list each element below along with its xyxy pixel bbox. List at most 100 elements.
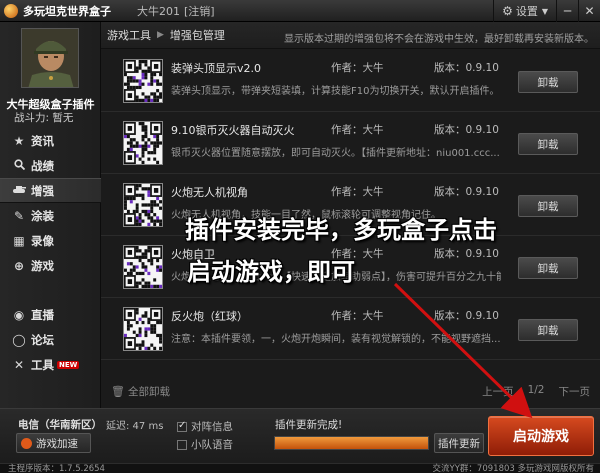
checkbox-box (177, 420, 187, 432)
copyright: 交流YY群：7091803 多玩游戏网版权所有 (432, 464, 594, 473)
app-title: 多玩坦克世界盒子 (23, 4, 111, 18)
instruction-caption-line2: 启动游戏，即可 (187, 258, 355, 286)
tools-icon: ✕ (13, 357, 25, 372)
plugin-name: 装弹头顶显示v2.0 (171, 62, 262, 75)
uninstall-button[interactable]: 卸载 (518, 133, 578, 155)
plugin-version: 版本：0.9.10 (434, 310, 499, 322)
plugin-name: 火炮无人机视角 (171, 186, 248, 199)
close-button[interactable]: ✕ (578, 0, 600, 22)
uninstall-button[interactable]: 卸载 (518, 71, 578, 93)
breadcrumb-game-tools[interactable]: 游戏工具 (107, 27, 151, 43)
sidebar-item-tools[interactable]: ✕ 工具 NEW (0, 352, 101, 377)
latency: 延迟: 47 ms (106, 421, 164, 432)
qr-code-icon (123, 121, 163, 165)
chat-icon: ◯ (12, 332, 26, 347)
qr-code-icon (123, 183, 163, 227)
page-indicator: 1/2 (527, 384, 545, 396)
battle-power: 战斗力: 暂无 (14, 112, 74, 124)
instruction-caption-line1: 插件安装完毕，多玩盒子点击 (185, 216, 497, 244)
trash-icon: 🗑 (111, 385, 125, 398)
title-bar: 多玩坦克世界盒子 大牛201 [注销] ⚙ 设置 ▼ ─ ✕ (0, 0, 600, 22)
settings-button[interactable]: ⚙ 设置 ▼ (493, 0, 556, 22)
sidebar-item-label: 录像 (31, 233, 54, 248)
chevron-right-icon: ▶ (157, 30, 164, 40)
sidebar-item-replay[interactable]: ▦ 录像 (0, 228, 101, 253)
logout-link[interactable]: [注销] (184, 3, 215, 19)
progress-fill (275, 437, 428, 449)
new-badge: NEW (57, 360, 80, 369)
sidebar-item-record[interactable]: 战绩 (0, 153, 101, 178)
film-icon: ▦ (13, 233, 25, 248)
user-name: 大牛201 (137, 4, 180, 18)
version-notice: 显示版本过期的增强包将不会在游戏中生效，最好卸载再安装新版本。 (284, 34, 594, 45)
plugin-description: 注意：本插件要领，一，火炮开炮瞬间，装有视觉解锁的，不能视野遮挡... (171, 334, 501, 345)
breadcrumb-enhance-manage: 增强包管理 (169, 29, 225, 42)
star-icon: ★ (13, 133, 25, 148)
uninstall-button[interactable]: 卸载 (518, 319, 578, 341)
plugin-description: 银币灭火器位置随意摆放，即可自动灭火。【插件更新地址：niu001.ccc... (171, 148, 500, 159)
status-bar: 主程序版本：1.7.5.2654 交流YY群：7091803 多玩游戏网版权所有 (0, 463, 600, 473)
sidebar-item-label: 战绩 (31, 158, 54, 173)
app-logo-icon (4, 3, 18, 18)
plugin-description: 装弹头顶显示，带弹夹短装填，计算技能F10为切换开关，默认开启插件。 (171, 86, 500, 97)
avatar[interactable] (21, 28, 79, 88)
update-status: 插件更新完成! (275, 419, 343, 431)
team-voice-checkbox[interactable]: 小队语音 (177, 437, 233, 452)
sidebar-item-news[interactable]: ★ 资讯 (0, 128, 101, 153)
plugin-list: 装弹头顶显示v2.0 作者：大牛 版本：0.9.10 装弹头顶显示，带弹夹短装填… (101, 50, 600, 360)
uninstall-all-button[interactable]: 🗑 全部卸载 (111, 384, 170, 399)
sidebar-item-forum[interactable]: ◯ 论坛 (0, 327, 101, 352)
plugin-version: 版本：0.9.10 (434, 186, 499, 198)
sidebar-item-label: 涂装 (31, 208, 54, 223)
qr-code-icon (123, 245, 163, 289)
window-controls: ⚙ 设置 ▼ ─ ✕ (493, 0, 600, 22)
bottom-bar: 电信（华南新区） 延迟: 47 ms 游戏加速 对阵信息 小队语音 插件更新完成… (0, 408, 600, 463)
checkbox-box (177, 439, 187, 450)
sidebar-item-label: 直播 (31, 307, 54, 322)
broadcast-icon: ◉ (13, 307, 25, 322)
checkbox-label: 小队语音 (191, 439, 233, 451)
plugin-author: 作者：大牛 (331, 310, 384, 322)
plugin-update-button[interactable]: 插件更新 (434, 433, 484, 453)
minimize-button[interactable]: ─ (556, 0, 578, 22)
sidebar-item-live[interactable]: ◉ 直播 (0, 302, 101, 327)
breadcrumb: 游戏工具 ▶ 增强包管理 显示版本过期的增强包将不会在游戏中生效，最好卸载再安装… (101, 22, 600, 49)
chevron-down-icon: ▼ (541, 6, 548, 16)
accel-label: 游戏加速 (36, 437, 78, 450)
game-accelerate-button[interactable]: 游戏加速 (16, 433, 91, 453)
plugin-version: 版本：0.9.10 (434, 248, 499, 260)
qr-code-icon (123, 307, 163, 351)
search-icon (10, 158, 28, 173)
sidebar-item-paint[interactable]: ✎ 涂装 (0, 203, 101, 228)
uninstall-all-label: 全部卸载 (127, 386, 170, 398)
plugin-name: 9.10银币灭火器自动灭火 (171, 124, 295, 137)
plugin-row: 装弹头顶显示v2.0 作者：大牛 版本：0.9.10 装弹头顶显示，带弹夹短装填… (101, 50, 600, 112)
prev-page-button[interactable]: 上一页 (482, 384, 514, 399)
plugin-row: 9.10银币灭火器自动灭火 作者：大牛 版本：0.9.10 银币灭火器位置随意摆… (101, 112, 600, 174)
accelerate-icon (21, 437, 32, 449)
plugin-version: 版本：0.9.10 (434, 124, 499, 136)
uninstall-button[interactable]: 卸载 (518, 195, 578, 217)
match-info-checkbox[interactable]: 对阵信息 (177, 419, 233, 434)
sidebar: 大牛超级盒子插件 战斗力: 暂无 ★ 资讯 战绩 增强 ✎ 涂装 ▦ 录像 ⊕ (0, 22, 101, 408)
sidebar-item-label: 增强 (31, 183, 54, 198)
next-page-button[interactable]: 下一页 (559, 384, 591, 399)
plugin-row: 反火炮（红球） 作者：大牛 版本：0.9.10 注意：本插件要领，一，火炮开炮瞬… (101, 298, 600, 360)
sidebar-item-label: 资讯 (31, 133, 54, 148)
soldier-portrait-icon (22, 29, 78, 87)
plugin-author: 作者：大牛 (331, 124, 384, 136)
plugin-version: 版本：0.9.10 (434, 62, 499, 74)
sidebar-item-games[interactable]: ⊕ 游戏 (0, 253, 101, 278)
sidebar-item-enhance[interactable]: 增强 (0, 178, 101, 203)
launch-game-button[interactable]: 启动游戏 (488, 416, 594, 456)
sidebar-item-label: 游戏 (31, 258, 54, 273)
tank-icon (10, 184, 28, 198)
gamepad-icon: ⊕ (13, 258, 25, 273)
settings-label: 设置 (515, 5, 538, 18)
list-footer: 🗑 全部卸载 上一页 1/2 下一页 (101, 374, 600, 408)
main-program-version: 主程序版本：1.7.5.2654 (8, 464, 105, 473)
qr-code-icon (123, 59, 163, 103)
sidebar-nav: ★ 资讯 战绩 增强 ✎ 涂装 ▦ 录像 ⊕ 游戏 ◉ 直播 ◯ 论坛 ✕ 工具… (0, 128, 101, 377)
uninstall-button[interactable]: 卸载 (518, 257, 578, 279)
pagination: 上一页 1/2 下一页 (482, 384, 590, 399)
